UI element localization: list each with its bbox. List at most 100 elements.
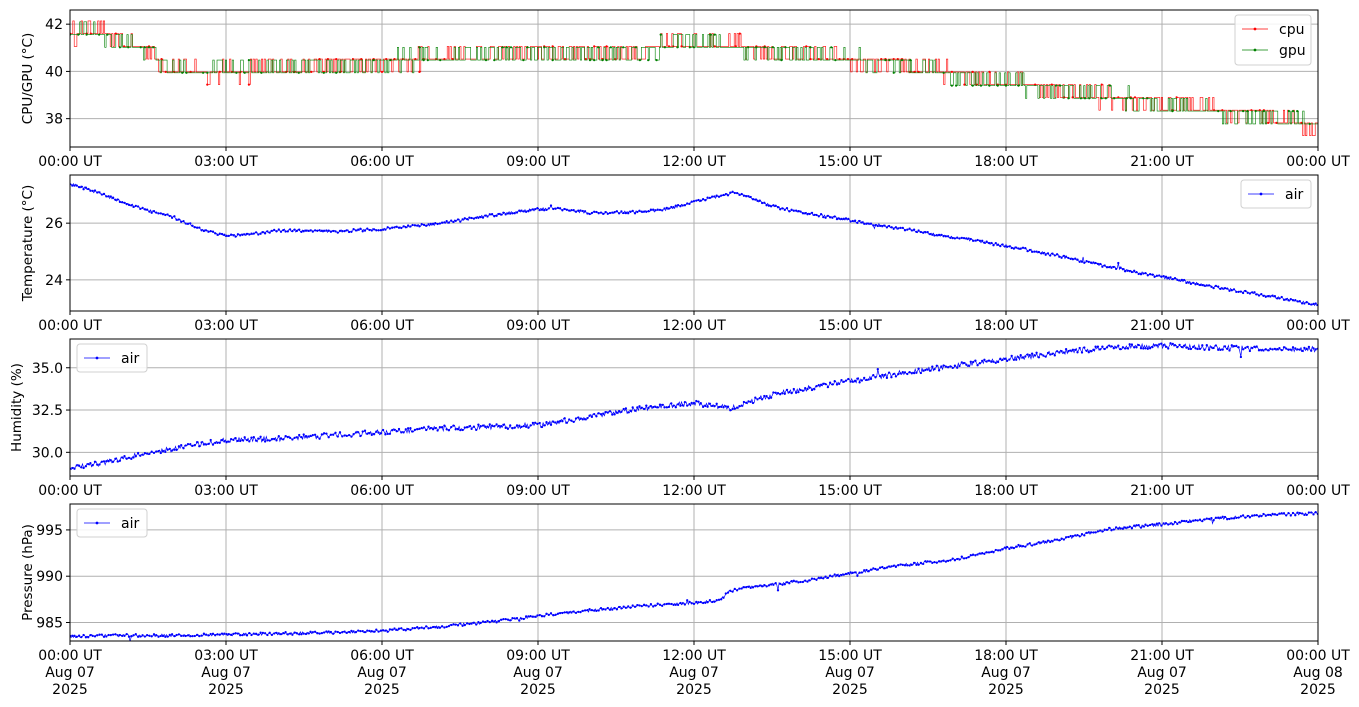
data-point — [125, 632, 128, 636]
data-point — [366, 629, 369, 632]
data-point — [1035, 542, 1038, 545]
data-point — [926, 368, 929, 371]
x-tick-year: 2025 — [988, 682, 1024, 698]
data-point — [767, 397, 771, 400]
data-point — [933, 234, 936, 237]
data-point — [987, 359, 991, 362]
data-point — [298, 433, 301, 437]
data-point — [1176, 522, 1179, 526]
data-point — [1051, 352, 1054, 355]
data-point — [261, 231, 265, 234]
data-point — [1101, 530, 1104, 533]
data-point — [1257, 294, 1261, 297]
data-point — [545, 208, 548, 212]
data-point — [320, 433, 324, 436]
data-point — [1108, 84, 1112, 87]
data-point — [808, 386, 811, 389]
data-point — [216, 441, 219, 444]
data-point — [1035, 351, 1038, 354]
data-point — [826, 576, 830, 580]
data-point — [1103, 347, 1106, 351]
data-point — [552, 207, 555, 211]
data-point — [670, 402, 673, 405]
data-point — [426, 59, 429, 62]
data-point — [450, 623, 453, 627]
data-point — [329, 630, 333, 634]
data-point — [792, 579, 795, 582]
data-point — [225, 633, 228, 636]
y-tick-label: 985 — [36, 615, 63, 631]
data-point — [654, 604, 657, 607]
data-point — [143, 635, 147, 638]
y-axis-label: Temperature (°C) — [20, 185, 36, 303]
data-point — [1049, 353, 1052, 356]
data-point — [1105, 528, 1109, 532]
x-tick-label: 09:00 UT — [506, 154, 570, 170]
data-point — [976, 238, 979, 242]
data-point — [554, 207, 557, 210]
data-point — [121, 634, 124, 638]
data-point — [788, 390, 791, 394]
data-point — [897, 227, 900, 230]
data-point — [765, 585, 768, 588]
data-point — [404, 428, 407, 431]
data-point — [1089, 261, 1093, 264]
data-point — [1167, 276, 1170, 279]
data-point — [740, 587, 743, 590]
data-point — [1012, 247, 1016, 250]
data-point — [102, 635, 106, 638]
data-point — [1133, 346, 1136, 349]
data-point — [91, 464, 94, 467]
data-point — [810, 388, 814, 392]
data-point — [310, 70, 313, 73]
data-point — [438, 425, 442, 429]
data-point — [275, 230, 278, 233]
data-point — [506, 212, 510, 215]
data-point — [1105, 266, 1109, 269]
data-point — [1155, 522, 1159, 525]
data-point — [713, 45, 716, 48]
data-point — [380, 70, 384, 73]
data-point — [456, 624, 460, 627]
x-tick-label: 15:00 UT — [818, 318, 882, 334]
data-point — [638, 604, 641, 607]
data-point — [801, 580, 805, 584]
data-point — [824, 216, 827, 219]
data-point — [506, 427, 510, 430]
data-point — [1298, 348, 1301, 351]
data-point — [749, 400, 752, 403]
data-point — [159, 212, 162, 215]
data-point — [556, 420, 560, 423]
data-point — [1271, 294, 1274, 297]
data-point — [835, 217, 839, 221]
data-point — [965, 237, 968, 240]
data-point — [1171, 277, 1174, 281]
data-point — [720, 405, 723, 409]
data-point — [568, 209, 571, 212]
data-point — [173, 448, 176, 451]
data-point — [565, 421, 569, 424]
data-point — [1271, 512, 1274, 516]
data-point — [899, 563, 902, 566]
y-tick-label: 32.5 — [32, 403, 63, 419]
data-point — [100, 633, 103, 636]
data-point — [629, 409, 632, 412]
x-tick-date: Aug 07 — [1137, 665, 1187, 681]
data-point — [459, 220, 462, 223]
data-point — [227, 633, 230, 636]
data-point — [996, 549, 1000, 552]
data-point — [475, 428, 478, 432]
data-point — [207, 230, 210, 233]
data-point — [359, 629, 362, 633]
data-point — [261, 631, 265, 635]
data-point — [1244, 289, 1247, 293]
data-point — [211, 443, 215, 446]
data-point — [867, 378, 870, 381]
data-point — [515, 211, 519, 214]
x-tick-date: Aug 07 — [201, 665, 251, 681]
data-point — [538, 613, 541, 617]
data-point — [91, 634, 94, 638]
data-point — [1221, 348, 1224, 351]
data-point — [570, 208, 573, 212]
data-point — [418, 70, 421, 73]
